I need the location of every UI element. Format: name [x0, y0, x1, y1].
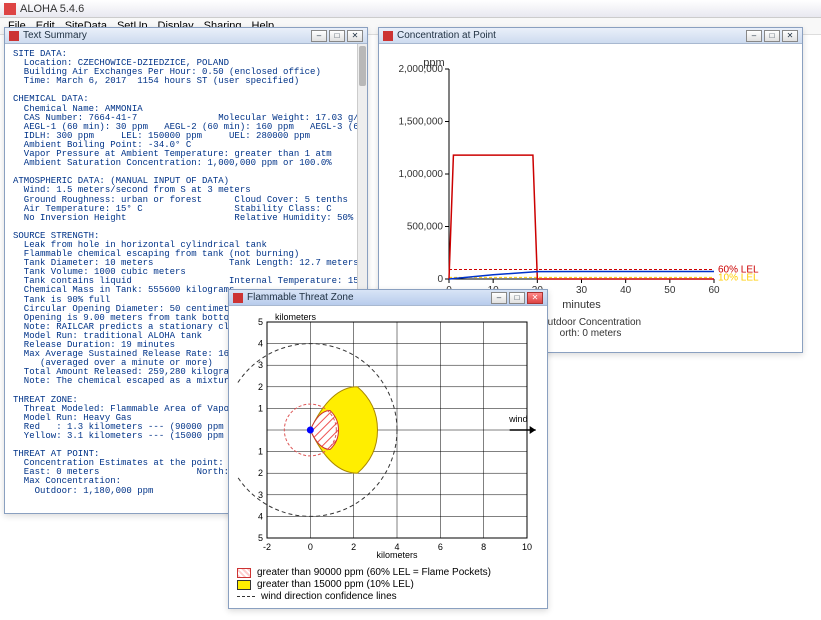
svg-text:5: 5: [258, 533, 263, 543]
concentration-plot: 0500,0001,000,0001,500,0002,000,00001020…: [389, 54, 794, 314]
svg-text:4: 4: [258, 339, 263, 349]
svg-text:2: 2: [258, 382, 263, 392]
svg-text:kilometers: kilometers: [275, 312, 317, 322]
svg-text:40: 40: [620, 285, 632, 296]
minimize-button[interactable]: –: [746, 30, 762, 42]
svg-text:4: 4: [258, 511, 263, 521]
threat-zone-title: Flammable Threat Zone: [247, 292, 491, 303]
svg-text:30: 30: [576, 285, 588, 296]
svg-text:ppm: ppm: [423, 57, 444, 69]
svg-text:60: 60: [708, 285, 720, 296]
text-summary-titlebar[interactable]: Text Summary – □ ✕: [5, 28, 367, 44]
aloha-doc-icon: [233, 293, 243, 303]
svg-text:-2: -2: [263, 542, 271, 552]
svg-text:5: 5: [258, 317, 263, 327]
workspace: Text Summary – □ ✕ SITE DATA: Location: …: [0, 35, 821, 620]
svg-text:3: 3: [258, 490, 263, 500]
svg-text:0: 0: [437, 274, 443, 285]
threat-zone-titlebar[interactable]: Flammable Threat Zone – □ ✕: [229, 290, 547, 306]
svg-text:kilometers: kilometers: [376, 550, 418, 560]
threat-zone-chart: -202468101234512345kilometerskilometersw…: [229, 306, 547, 608]
legend-label-yellow: greater than 15000 ppm (10% LEL): [257, 579, 414, 590]
aloha-doc-icon: [9, 31, 19, 41]
svg-text:1: 1: [258, 403, 263, 413]
svg-text:minutes: minutes: [562, 299, 601, 311]
svg-text:8: 8: [481, 542, 486, 552]
legend-row-yellow: greater than 15000 ppm (10% LEL): [237, 579, 539, 590]
svg-text:50: 50: [664, 285, 676, 296]
svg-text:10% LEL: 10% LEL: [718, 272, 759, 283]
concentration-titlebar[interactable]: Concentration at Point – □ ✕: [379, 28, 802, 44]
app-icon: [4, 3, 16, 15]
legend-row-dash: wind direction confidence lines: [237, 591, 539, 602]
app-titlebar: ALOHA 5.4.6: [0, 0, 821, 18]
concentration-title: Concentration at Point: [397, 30, 746, 41]
svg-text:6: 6: [438, 542, 443, 552]
svg-text:500,000: 500,000: [407, 222, 444, 233]
maximize-button[interactable]: □: [509, 292, 525, 304]
maximize-button[interactable]: □: [764, 30, 780, 42]
legend-swatch-dash: [237, 592, 255, 602]
svg-text:wind: wind: [508, 414, 528, 424]
svg-text:1: 1: [258, 447, 263, 457]
legend-label-dash: wind direction confidence lines: [261, 591, 397, 602]
minimize-button[interactable]: –: [311, 30, 327, 42]
scrollbar-thumb[interactable]: [359, 46, 366, 86]
svg-text:10: 10: [522, 542, 532, 552]
aloha-doc-icon: [383, 31, 393, 41]
window-threat-zone[interactable]: Flammable Threat Zone – □ ✕ -20246810123…: [228, 289, 548, 609]
svg-text:1,000,000: 1,000,000: [399, 169, 444, 180]
legend-label-red: greater than 90000 ppm (60% LEL = Flame …: [257, 567, 491, 578]
close-button[interactable]: ✕: [782, 30, 798, 42]
text-summary-title: Text Summary: [23, 30, 311, 41]
svg-text:3: 3: [258, 360, 263, 370]
threat-zone-legend: greater than 90000 ppm (60% LEL = Flame …: [237, 567, 539, 602]
close-button[interactable]: ✕: [527, 292, 543, 304]
legend-swatch-yellow: [237, 580, 251, 590]
app-title: ALOHA 5.4.6: [20, 3, 84, 15]
svg-text:2: 2: [258, 468, 263, 478]
legend-swatch-red: [237, 568, 251, 578]
legend-row-red: greater than 90000 ppm (60% LEL = Flame …: [237, 567, 539, 578]
svg-text:2: 2: [351, 542, 356, 552]
svg-text:1,500,000: 1,500,000: [399, 117, 444, 128]
svg-text:0: 0: [308, 542, 313, 552]
close-button[interactable]: ✕: [347, 30, 363, 42]
threat-zone-plot: -202468101234512345kilometerskilometersw…: [237, 310, 537, 560]
maximize-button[interactable]: □: [329, 30, 345, 42]
minimize-button[interactable]: –: [491, 292, 507, 304]
